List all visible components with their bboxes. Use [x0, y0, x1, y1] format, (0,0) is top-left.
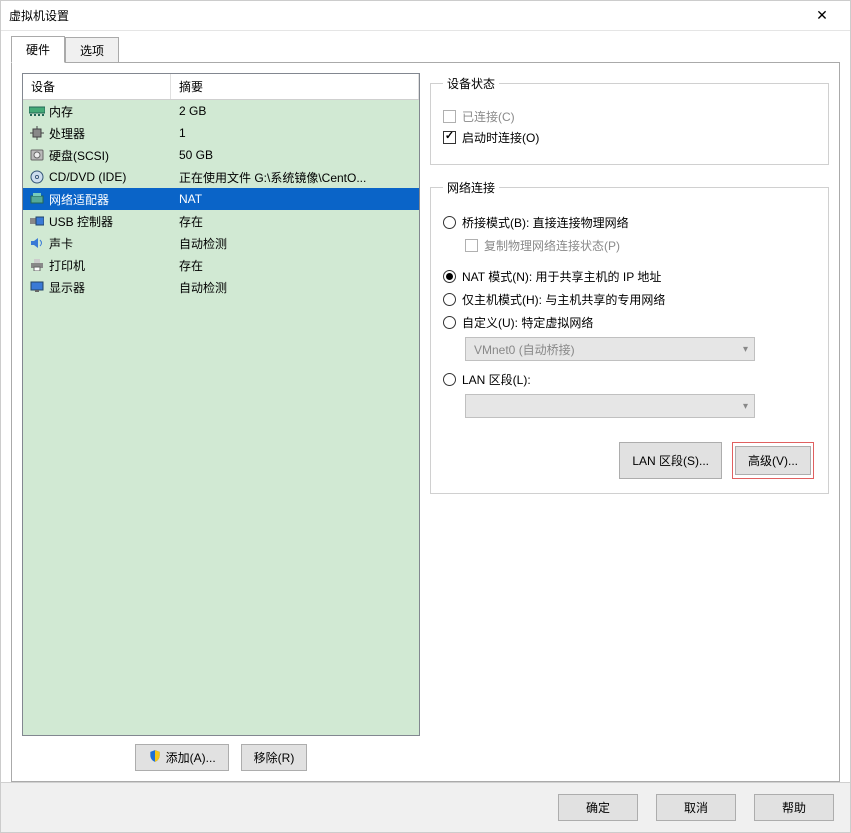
network-legend: 网络连接 — [443, 179, 499, 196]
hostonly-row: 仅主机模式(H): 与主机共享的专用网络 — [443, 291, 816, 308]
device-status-group: 设备状态 已连接(C) 启动时连接(O) — [430, 75, 829, 165]
shield-icon — [148, 749, 162, 766]
hdd-icon — [29, 149, 45, 161]
titlebar: 虚拟机设置 ✕ — [1, 1, 850, 31]
device-summary: 50 GB — [171, 148, 419, 162]
advanced-button[interactable]: 高级(V)... — [735, 446, 811, 475]
device-summary: 存在 — [171, 257, 419, 274]
network-connection-group: 网络连接 桥接模式(B): 直接连接物理网络 复制物理网络连接状态(P) NAT… — [430, 179, 829, 494]
device-row[interactable]: 打印机 存在 — [23, 254, 419, 276]
device-row[interactable]: 网络适配器 NAT — [23, 188, 419, 210]
lanseg-label: LAN 区段(L): — [462, 371, 531, 388]
custom-label: 自定义(U): 特定虚拟网络 — [462, 314, 593, 331]
device-name: USB 控制器 — [49, 213, 113, 230]
device-row[interactable]: CD/DVD (IDE) 正在使用文件 G:\系统镜像\CentO... — [23, 166, 419, 188]
device-list-column: 设备 摘要 内存 2 GB 处理器 1 硬盘(SCSI) 50 GB CD/DVD (IDE… — [22, 73, 420, 771]
custom-row: 自定义(U): 特定虚拟网络 — [443, 314, 816, 331]
connect-on-start-checkbox[interactable] — [443, 131, 456, 144]
hostonly-label: 仅主机模式(H): 与主机共享的专用网络 — [462, 291, 665, 308]
device-summary: 存在 — [171, 213, 419, 230]
advanced-highlight: 高级(V)... — [732, 442, 814, 479]
network-buttons: LAN 区段(S)... 高级(V)... — [443, 442, 816, 479]
device-status-legend: 设备状态 — [443, 75, 499, 92]
cancel-button[interactable]: 取消 — [656, 794, 736, 821]
device-row[interactable]: USB 控制器 存在 — [23, 210, 419, 232]
lanseg-combo[interactable]: ▾ — [465, 394, 755, 418]
device-row[interactable]: 声卡 自动检测 — [23, 232, 419, 254]
sound-icon — [29, 237, 45, 249]
tab-strip: 硬件 选项 — [11, 39, 840, 63]
remove-device-button[interactable]: 移除(R) — [241, 744, 308, 771]
display-icon — [29, 281, 45, 293]
window-title: 虚拟机设置 — [9, 7, 802, 24]
replicate-label: 复制物理网络连接状态(P) — [484, 237, 620, 254]
device-name: 声卡 — [49, 235, 73, 252]
device-name: 硬盘(SCSI) — [49, 147, 109, 164]
lanseg-row: LAN 区段(L): — [443, 371, 816, 388]
add-device-button[interactable]: 添加(A)... — [135, 744, 229, 771]
device-name: 打印机 — [49, 257, 85, 274]
bridged-row: 桥接模式(B): 直接连接物理网络 — [443, 214, 816, 231]
vmnet-value: VMnet0 (自动桥接) — [474, 341, 575, 358]
memory-icon — [29, 105, 45, 117]
printer-icon — [29, 259, 45, 271]
connect-on-start-row: 启动时连接(O) — [443, 129, 816, 146]
replicate-row: 复制物理网络连接状态(P) — [465, 237, 816, 254]
col-header-device[interactable]: 设备 — [23, 74, 171, 99]
device-summary: 自动检测 — [171, 279, 419, 296]
device-name: CD/DVD (IDE) — [49, 170, 126, 184]
col-header-summary[interactable]: 摘要 — [171, 74, 419, 99]
nat-row: NAT 模式(N): 用于共享主机的 IP 地址 — [443, 268, 816, 285]
settings-column: 设备状态 已连接(C) 启动时连接(O) 网络连接 桥接模式(B): 直接连接物 — [430, 73, 829, 771]
tab-options[interactable]: 选项 — [65, 37, 119, 63]
add-device-label: 添加(A)... — [166, 749, 216, 766]
tab-panel-hardware: 设备 摘要 内存 2 GB 处理器 1 硬盘(SCSI) 50 GB CD/DVD (IDE… — [11, 62, 840, 782]
device-row[interactable]: 处理器 1 — [23, 122, 419, 144]
chevron-down-icon: ▾ — [743, 401, 748, 412]
dialog-footer: 确定 取消 帮助 — [1, 782, 850, 832]
nat-radio[interactable] — [443, 270, 456, 283]
close-icon[interactable]: ✕ — [802, 1, 842, 30]
device-name: 网络适配器 — [49, 191, 109, 208]
bridged-label: 桥接模式(B): 直接连接物理网络 — [462, 214, 629, 231]
custom-radio[interactable] — [443, 316, 456, 329]
lanseg-radio[interactable] — [443, 373, 456, 386]
device-table-body: 内存 2 GB 处理器 1 硬盘(SCSI) 50 GB CD/DVD (IDE) 正在使用文… — [23, 100, 419, 735]
device-actions: 添加(A)... 移除(R) — [22, 744, 420, 771]
bridged-radio[interactable] — [443, 216, 456, 229]
device-table-header: 设备 摘要 — [23, 74, 419, 100]
connect-on-start-label: 启动时连接(O) — [462, 129, 539, 146]
usb-icon — [29, 215, 45, 227]
help-button[interactable]: 帮助 — [754, 794, 834, 821]
replicate-checkbox[interactable] — [465, 239, 478, 252]
device-summary: NAT — [171, 192, 419, 206]
disc-icon — [29, 171, 45, 183]
device-table: 设备 摘要 内存 2 GB 处理器 1 硬盘(SCSI) 50 GB CD/DVD (IDE… — [22, 73, 420, 736]
device-row[interactable]: 内存 2 GB — [23, 100, 419, 122]
tab-hardware[interactable]: 硬件 — [11, 36, 65, 63]
vmnet-combo[interactable]: VMnet0 (自动桥接) ▾ — [465, 337, 755, 361]
remove-device-label: 移除(R) — [254, 749, 295, 766]
connected-row: 已连接(C) — [443, 108, 816, 125]
device-summary: 2 GB — [171, 104, 419, 118]
content-area: 硬件 选项 设备 摘要 内存 2 GB 处理器 1 硬盘(SCSI) 50 GB CD/DV… — [1, 31, 850, 782]
device-name: 显示器 — [49, 279, 85, 296]
device-summary: 1 — [171, 126, 419, 140]
chevron-down-icon: ▾ — [743, 344, 748, 355]
cpu-icon — [29, 127, 45, 139]
lan-segments-button[interactable]: LAN 区段(S)... — [619, 442, 722, 479]
nat-label: NAT 模式(N): 用于共享主机的 IP 地址 — [462, 268, 661, 285]
hostonly-radio[interactable] — [443, 293, 456, 306]
device-row[interactable]: 显示器 自动检测 — [23, 276, 419, 298]
device-name: 处理器 — [49, 125, 85, 142]
vm-settings-window: 虚拟机设置 ✕ 硬件 选项 设备 摘要 内存 2 GB 处理器 1 硬盘(SCSI) 50… — [0, 0, 851, 833]
nic-icon — [29, 193, 45, 205]
connected-checkbox[interactable] — [443, 110, 456, 123]
ok-button[interactable]: 确定 — [558, 794, 638, 821]
device-name: 内存 — [49, 103, 73, 120]
device-summary: 自动检测 — [171, 235, 419, 252]
connected-label: 已连接(C) — [462, 108, 515, 125]
device-row[interactable]: 硬盘(SCSI) 50 GB — [23, 144, 419, 166]
device-summary: 正在使用文件 G:\系统镜像\CentO... — [171, 169, 419, 186]
